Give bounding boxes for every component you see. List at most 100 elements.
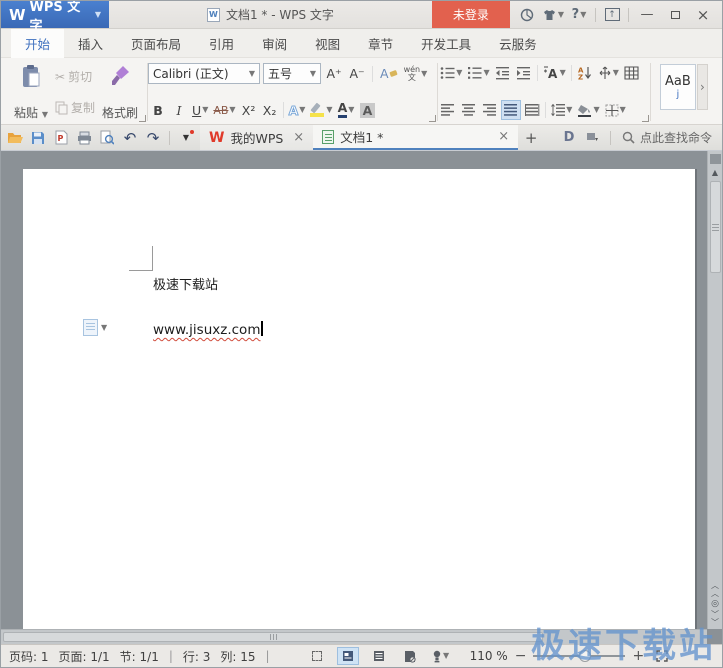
tab-insert[interactable]: 插入: [64, 29, 117, 57]
paste-button[interactable]: 粘贴 ▼: [10, 61, 52, 123]
export-pdf-icon[interactable]: P: [51, 128, 71, 148]
browse-object-button[interactable]: ◎: [711, 600, 719, 609]
document-page[interactable]: 极速下载站 www.jisuxz.com ▼: [23, 169, 695, 629]
shrink-font-button[interactable]: A⁻: [347, 64, 367, 84]
ruler-toggle-icon[interactable]: [710, 154, 721, 164]
bold-button[interactable]: B: [148, 100, 168, 120]
scroll-up-arrow[interactable]: ▲: [712, 168, 718, 177]
eye-protect-button[interactable]: ▼: [430, 647, 452, 665]
align-center-button[interactable]: [459, 100, 479, 120]
font-name-select[interactable]: Calibri (正文) ▼: [148, 63, 260, 84]
style-preview-item[interactable]: AaB j: [660, 64, 696, 110]
save-icon[interactable]: [28, 128, 48, 148]
close-tab-icon[interactable]: ×: [498, 129, 509, 144]
cut-button[interactable]: ✂ 剪切: [52, 66, 98, 87]
docer-icon[interactable]: D: [559, 128, 579, 148]
underline-button[interactable]: U▼: [190, 100, 210, 120]
sync-icon[interactable]: [516, 4, 538, 26]
next-page-button[interactable]: ﹀﹀: [711, 611, 719, 627]
paragraph-dialog-launcher[interactable]: [642, 115, 649, 122]
font-size-select[interactable]: 五号 ▼: [263, 63, 321, 84]
highlight-button[interactable]: ▼: [308, 100, 334, 120]
login-button[interactable]: 未登录: [432, 1, 510, 28]
restore-ribbon-icon[interactable]: ↑: [601, 4, 623, 26]
document-text-line1[interactable]: 极速下载站: [153, 274, 218, 293]
select-objects-button[interactable]: [306, 647, 328, 665]
tab-references[interactable]: 引用: [195, 29, 248, 57]
decrease-indent-button[interactable]: [493, 63, 513, 83]
grow-font-button[interactable]: A⁺: [324, 64, 344, 84]
print-icon[interactable]: [74, 128, 94, 148]
show-marks-button[interactable]: ▼: [596, 63, 621, 83]
switch-window-icon[interactable]: [583, 128, 603, 148]
bullets-button[interactable]: ▼: [438, 63, 464, 83]
document-text-line2[interactable]: www.jisuxz.com: [153, 321, 263, 338]
find-command-box[interactable]: 点此查找命令: [618, 129, 716, 146]
zoom-out-button[interactable]: −: [515, 649, 527, 663]
paste-options-button[interactable]: ▼: [83, 319, 107, 336]
align-left-button[interactable]: [438, 100, 458, 120]
align-right-button[interactable]: [480, 100, 500, 120]
wps-app-menu-button[interactable]: W WPS 文字 ▼: [1, 1, 109, 28]
styles-scroll-button[interactable]: ›: [697, 64, 708, 110]
tab-view[interactable]: 视图: [301, 29, 354, 57]
numbering-button[interactable]: ▼: [465, 63, 491, 83]
tab-cloud[interactable]: 云服务: [485, 29, 551, 57]
new-tab-button[interactable]: +: [518, 125, 544, 150]
outline-view-button[interactable]: [368, 647, 390, 665]
tab-developer[interactable]: 开发工具: [407, 29, 485, 57]
sort-button[interactable]: AZ: [575, 63, 595, 83]
italic-button[interactable]: I: [169, 100, 189, 120]
font-color-button[interactable]: A▼: [336, 100, 357, 120]
skin-theme-icon[interactable]: ▼: [540, 4, 566, 26]
tab-my-wps[interactable]: W 我的WPS ×: [200, 125, 313, 150]
close-button[interactable]: ×: [690, 4, 716, 26]
tab-review[interactable]: 审阅: [248, 29, 301, 57]
line-spacing-button[interactable]: ▼: [549, 100, 574, 120]
customize-toolbar-icon[interactable]: ▼: [176, 128, 196, 148]
distribute-button[interactable]: [522, 100, 542, 120]
tab-section[interactable]: 章节: [354, 29, 407, 57]
open-file-icon[interactable]: [5, 128, 25, 148]
undo-icon[interactable]: ↶: [120, 128, 140, 148]
distribute-icon: [524, 104, 540, 116]
help-icon[interactable]: ? ▼: [568, 4, 590, 26]
increase-indent-button[interactable]: [514, 63, 534, 83]
pinyin-guide-button[interactable]: wén 文 ▼: [402, 64, 430, 84]
font-dialog-launcher[interactable]: [429, 115, 436, 122]
format-painter-button[interactable]: 格式刷: [98, 61, 142, 123]
zoom-slider-handle[interactable]: [579, 650, 591, 662]
shading-button[interactable]: ▼: [575, 100, 601, 120]
tab-grid-button[interactable]: [622, 63, 642, 83]
zoom-slider[interactable]: [533, 655, 625, 657]
tab-home[interactable]: 开始: [11, 29, 64, 57]
superscript-button[interactable]: X²: [239, 100, 259, 120]
copy-button[interactable]: 复制: [52, 97, 98, 118]
strikethrough-button[interactable]: AB▼: [211, 100, 237, 120]
eraser-icon: [389, 70, 397, 77]
previous-page-button[interactable]: ︿︿: [711, 582, 719, 598]
fit-page-button[interactable]: [651, 647, 673, 665]
page-view-button[interactable]: [337, 647, 359, 665]
redo-icon[interactable]: ↷: [143, 128, 163, 148]
print-preview-icon[interactable]: [97, 128, 117, 148]
vertical-scrollbar[interactable]: ▲ ︿︿ ◎ ﹀﹀: [707, 151, 722, 629]
clear-format-button[interactable]: A: [378, 64, 399, 84]
horizontal-scrollbar[interactable]: [1, 629, 707, 644]
horizontal-scroll-thumb[interactable]: [3, 632, 543, 642]
justify-button[interactable]: [501, 100, 521, 120]
vertical-scroll-thumb[interactable]: [710, 181, 721, 273]
text-effects-button[interactable]: A▼: [287, 100, 308, 120]
borders-button[interactable]: ▼: [603, 100, 628, 120]
web-view-button[interactable]: [399, 647, 421, 665]
clipboard-dialog-launcher[interactable]: [139, 115, 146, 122]
maximize-button[interactable]: [662, 4, 688, 26]
char-shading-button[interactable]: A: [357, 100, 377, 120]
tab-page-layout[interactable]: 页面布局: [117, 29, 195, 57]
tab-document1[interactable]: 文档1 * ×: [313, 125, 518, 150]
text-tool-button[interactable]: A ▼: [541, 63, 568, 83]
minimize-button[interactable]: —: [634, 4, 660, 26]
zoom-in-button[interactable]: +: [632, 649, 644, 663]
subscript-button[interactable]: X₂: [260, 100, 280, 120]
close-tab-icon[interactable]: ×: [293, 130, 304, 145]
